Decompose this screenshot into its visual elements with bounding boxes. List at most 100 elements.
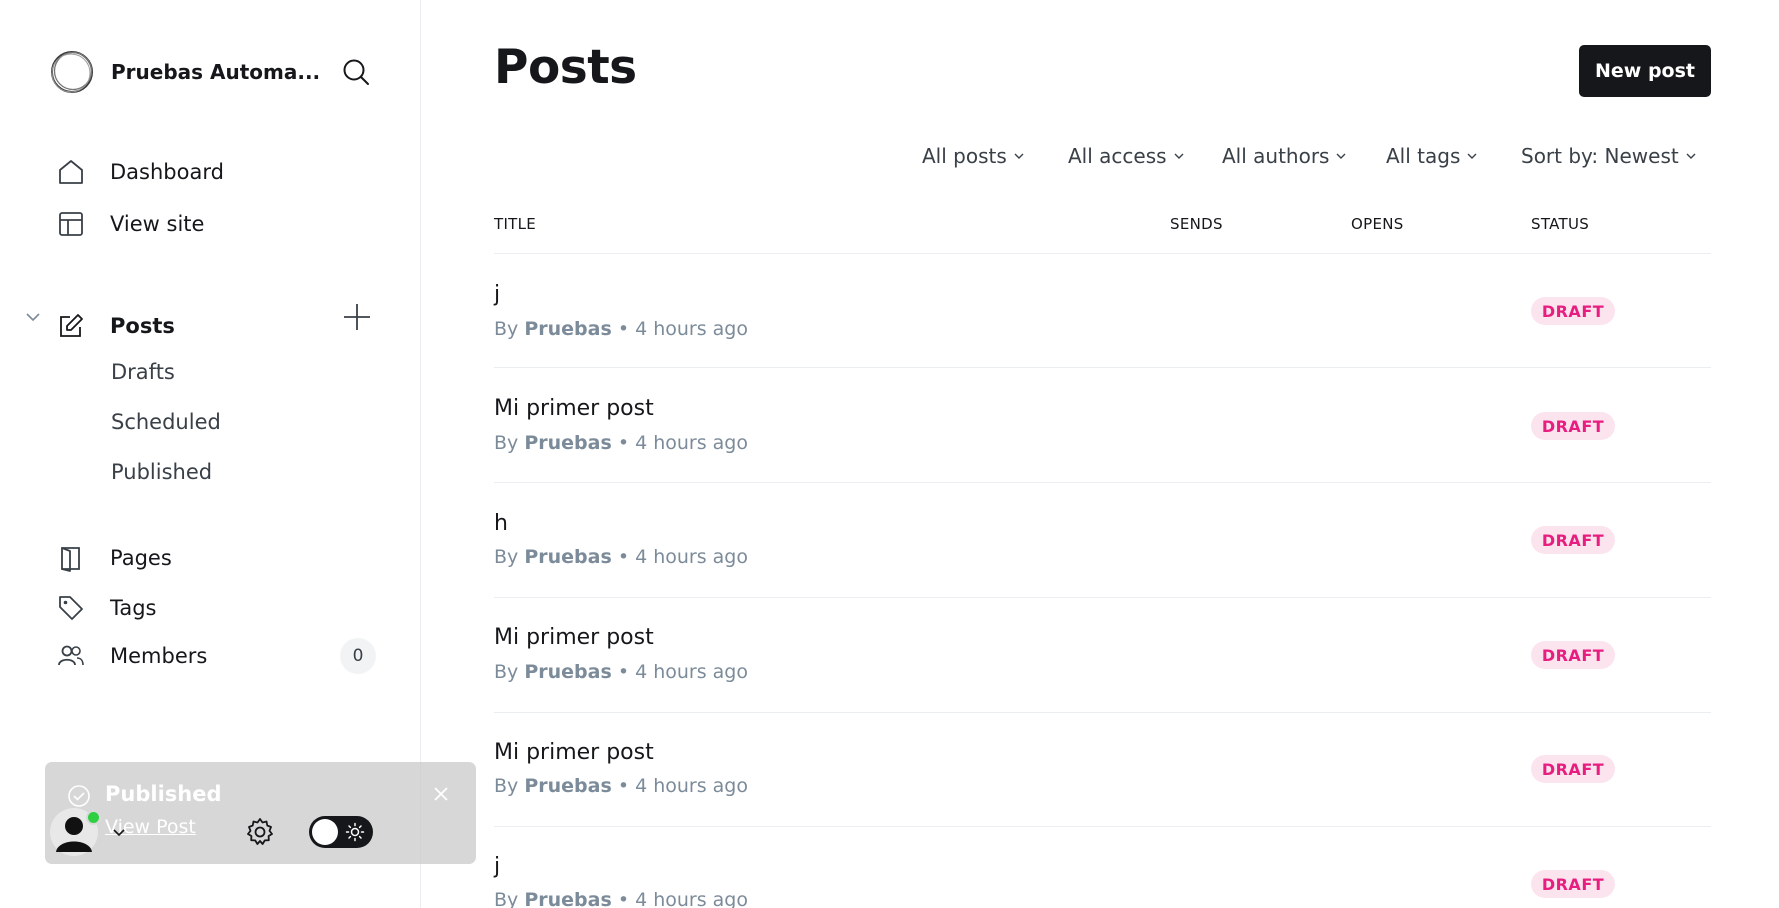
chevron-down-icon	[1336, 153, 1346, 159]
table-divider	[494, 826, 1711, 827]
sidebar-item-published[interactable]: Published	[111, 456, 212, 488]
members-icon	[56, 641, 86, 671]
status-badge: DRAFT	[1531, 641, 1615, 669]
home-icon	[56, 157, 86, 187]
post-by: By	[494, 546, 519, 568]
sidebar: Pruebas Automa... Dashboard View site Po…	[0, 0, 476, 908]
post-by: By	[494, 432, 519, 454]
status-badge: DRAFT	[1531, 870, 1615, 898]
post-meta: By Pruebas • 4 hours ago	[494, 318, 748, 340]
sun-icon	[345, 822, 365, 842]
table-divider	[494, 597, 1711, 598]
post-time: • 4 hours ago	[617, 661, 748, 683]
post-meta: By Pruebas • 4 hours ago	[494, 432, 748, 454]
sidebar-item-drafts[interactable]: Drafts	[111, 356, 175, 388]
theme-toggle[interactable]	[309, 816, 373, 848]
site-logo-icon	[51, 51, 93, 93]
status-badge: DRAFT	[1531, 412, 1615, 440]
page-title: Posts	[494, 40, 637, 95]
filter-post-type[interactable]: All posts	[922, 144, 1025, 168]
status-badge: DRAFT	[1531, 755, 1615, 783]
sidebar-item-label: Dashboard	[110, 160, 224, 184]
sidebar-item-label: View site	[110, 212, 205, 236]
filter-tags[interactable]: All tags	[1386, 144, 1478, 168]
post-title: j	[494, 282, 501, 307]
check-circle-icon	[68, 785, 90, 807]
site-name: Pruebas Automa...	[111, 60, 321, 84]
column-header-title: TITLE	[494, 215, 537, 233]
gear-icon[interactable]	[244, 816, 276, 848]
filter-label: All posts	[922, 144, 1007, 168]
post-author: Pruebas	[524, 775, 612, 797]
post-author: Pruebas	[524, 432, 612, 454]
add-post-icon[interactable]	[342, 302, 372, 332]
search-icon[interactable]	[340, 56, 372, 88]
filter-authors[interactable]: All authors	[1222, 144, 1347, 168]
post-title: Mi primer post	[494, 396, 654, 421]
members-count-badge: 0	[340, 638, 376, 674]
post-by: By	[494, 889, 519, 908]
filter-label: All authors	[1222, 144, 1330, 168]
sidebar-item-pages[interactable]: Pages	[56, 540, 172, 576]
post-time: • 4 hours ago	[617, 318, 748, 340]
post-author: Pruebas	[524, 546, 612, 568]
sidebar-item-label: Posts	[110, 314, 175, 338]
toggle-knob	[312, 819, 338, 845]
table-divider	[494, 253, 1711, 254]
online-status-indicator	[86, 810, 101, 825]
status-badge: DRAFT	[1531, 526, 1615, 554]
post-by: By	[494, 775, 519, 797]
post-meta: By Pruebas • 4 hours ago	[494, 889, 748, 908]
table-divider	[494, 482, 1711, 483]
chevron-down-icon	[1174, 153, 1184, 159]
table-divider	[494, 367, 1711, 368]
sidebar-item-label: Tags	[110, 596, 157, 620]
post-title: Mi primer post	[494, 625, 654, 650]
sidebar-item-dashboard[interactable]: Dashboard	[56, 154, 224, 190]
post-title: Mi primer post	[494, 740, 654, 765]
sidebar-item-label: Pages	[110, 546, 172, 570]
site-brand[interactable]: Pruebas Automa...	[48, 48, 320, 96]
new-post-button[interactable]: New post	[1579, 45, 1711, 97]
column-header-status: STATUS	[1531, 215, 1590, 233]
post-by: By	[494, 318, 519, 340]
chevron-down-icon	[1467, 153, 1477, 159]
post-meta: By Pruebas • 4 hours ago	[494, 775, 748, 797]
published-toast: Published View Post	[45, 762, 476, 864]
sidebar-item-tags[interactable]: Tags	[56, 590, 157, 626]
post-title: h	[494, 511, 508, 536]
post-author: Pruebas	[524, 318, 612, 340]
chevron-down-icon	[1686, 153, 1696, 159]
post-title: j	[494, 854, 501, 879]
table-divider	[494, 712, 1711, 713]
status-badge: DRAFT	[1531, 297, 1615, 325]
toast-title: Published	[105, 782, 222, 806]
edit-icon	[56, 311, 86, 341]
sidebar-item-scheduled[interactable]: Scheduled	[111, 406, 221, 438]
close-icon[interactable]	[431, 784, 451, 804]
chevron-down-icon[interactable]	[112, 826, 126, 840]
sort-dropdown[interactable]: Sort by: Newest	[1521, 144, 1697, 168]
chevron-down-icon[interactable]	[24, 308, 42, 326]
post-meta: By Pruebas • 4 hours ago	[494, 661, 748, 683]
filter-label: All tags	[1386, 144, 1461, 168]
chevron-down-icon	[1014, 153, 1024, 159]
column-header-opens: OPENS	[1351, 215, 1404, 233]
layout-icon	[56, 209, 86, 239]
post-time: • 4 hours ago	[617, 775, 748, 797]
post-time: • 4 hours ago	[617, 889, 748, 908]
post-meta: By Pruebas • 4 hours ago	[494, 546, 748, 568]
filter-access[interactable]: All access	[1068, 144, 1185, 168]
sidebar-item-label: Members	[110, 644, 208, 668]
sidebar-item-members[interactable]: Members	[56, 638, 207, 674]
post-time: • 4 hours ago	[617, 432, 748, 454]
post-time: • 4 hours ago	[617, 546, 748, 568]
sidebar-item-posts[interactable]: Posts	[56, 308, 175, 344]
filter-label: All access	[1068, 144, 1167, 168]
post-by: By	[494, 661, 519, 683]
page-icon	[56, 543, 86, 573]
tag-icon	[56, 593, 86, 623]
sidebar-item-view-site[interactable]: View site	[56, 206, 204, 242]
post-author: Pruebas	[524, 661, 612, 683]
post-author: Pruebas	[524, 889, 612, 908]
